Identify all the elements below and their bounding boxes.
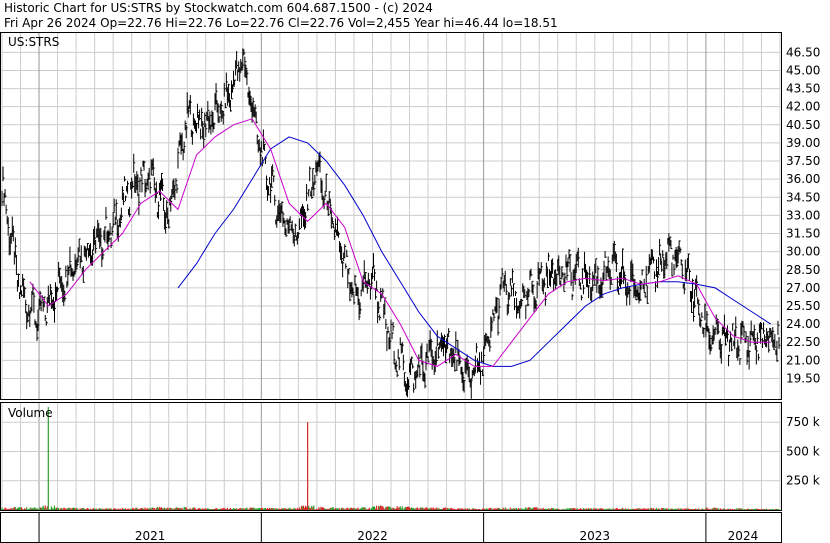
volume-tick-label: 250 k bbox=[786, 474, 820, 488]
price-panel-label: US:STRS bbox=[8, 35, 59, 49]
price-tick-label: 34.50 bbox=[786, 190, 820, 204]
price-tick-label: 31.50 bbox=[786, 227, 820, 241]
time-axis-frame bbox=[0, 512, 782, 543]
price-tick-label: 33.00 bbox=[786, 208, 820, 222]
price-tick-label: 22.50 bbox=[786, 335, 820, 349]
price-tick-label: 39.00 bbox=[786, 136, 820, 150]
price-tick-label: 27.00 bbox=[786, 281, 820, 295]
price-axis: 46.50 45.00 43.50 42.00 40.50 39.00 37.50 36.00… bbox=[786, 45, 820, 385]
price-tick-label: 25.50 bbox=[786, 299, 820, 313]
volume-tick-label: 750 k bbox=[786, 415, 820, 429]
price-tick-label: 45.00 bbox=[786, 63, 820, 77]
price-tick-label: 30.00 bbox=[786, 245, 820, 259]
price-tick-label: 21.00 bbox=[786, 353, 820, 367]
price-tick-label: 28.50 bbox=[786, 263, 820, 277]
volume-tick-label: 500 k bbox=[786, 444, 820, 458]
year-tick-label: 2021 bbox=[135, 529, 166, 543]
price-tick-label: 42.00 bbox=[786, 100, 820, 114]
year-tick-label: 2023 bbox=[579, 529, 610, 543]
price-tick-label: 36.00 bbox=[786, 172, 820, 186]
year-tick-label: 2022 bbox=[357, 529, 388, 543]
volume-panel-label: Volume bbox=[8, 406, 53, 420]
year-tick-label: 2024 bbox=[728, 529, 759, 543]
price-tick-label: 40.50 bbox=[786, 118, 820, 132]
price-tick-label: 24.00 bbox=[786, 317, 820, 331]
volume-axis: 750 k 500 k 250 k bbox=[786, 415, 820, 488]
price-tick-label: 46.50 bbox=[786, 45, 820, 59]
price-tick-label: 43.50 bbox=[786, 82, 820, 96]
price-tick-label: 19.50 bbox=[786, 371, 820, 385]
stock-chart: 46.50 45.00 43.50 42.00 40.50 39.00 37.50 36.00… bbox=[0, 32, 820, 543]
price-tick-label: 37.50 bbox=[786, 154, 820, 168]
